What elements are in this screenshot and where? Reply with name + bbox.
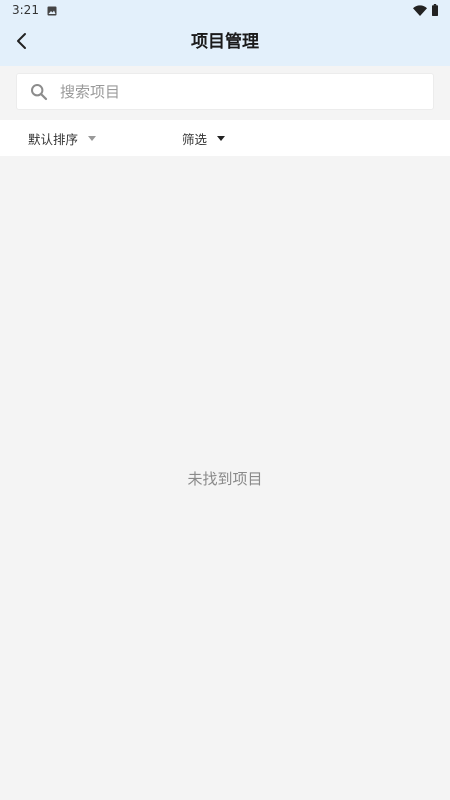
sort-label: 默认排序: [28, 131, 79, 147]
chevron-left-icon: [15, 32, 29, 54]
search-icon: [28, 81, 50, 103]
wifi-icon: [413, 1, 427, 20]
status-left: 3:21: [12, 1, 57, 20]
search-box[interactable]: [16, 73, 434, 110]
search-input[interactable]: [60, 76, 433, 107]
status-right: [413, 1, 438, 20]
status-bar: 3:21: [0, 0, 450, 20]
battery-icon: [432, 1, 438, 20]
sort-dropdown[interactable]: 默认排序: [28, 120, 97, 156]
filter-bar: 默认排序 筛选: [0, 120, 450, 156]
filter-label: 筛选: [182, 131, 208, 147]
sort-caret-icon: [88, 135, 97, 141]
image-icon: [47, 1, 57, 20]
page-title: 项目管理: [191, 32, 259, 52]
filter-dropdown[interactable]: 筛选: [182, 120, 226, 156]
status-time: 3:21: [12, 3, 39, 17]
filter-caret-icon: [217, 135, 226, 141]
empty-state-message: 未找到项目: [187, 470, 263, 488]
back-button[interactable]: [8, 29, 36, 57]
app-header: 项目管理: [0, 20, 450, 66]
